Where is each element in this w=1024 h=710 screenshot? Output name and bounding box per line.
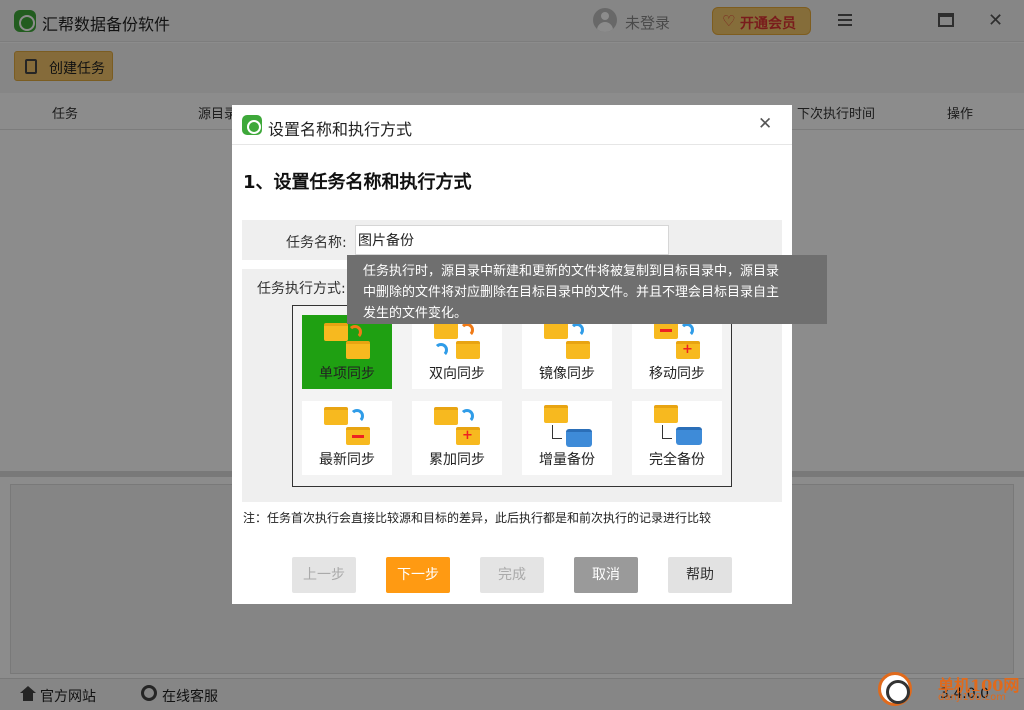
mode-label-text: 最新同步 [319,452,375,468]
mode-label-text: 增量备份 [539,452,595,468]
tree-connector [662,425,672,439]
dialog-header: 设置名称和执行方式 ✕ [232,105,792,145]
mode-label-text: 镜像同步 [539,366,595,382]
app-logo-icon [242,115,262,135]
sync-arrow-icon [460,409,474,423]
watermark-logo-icon [878,672,912,706]
task-setup-dialog: 设置名称和执行方式 ✕ 1、设置任务名称和执行方式 任务名称: 任务执行方式: … [232,105,792,604]
mode-label: 任务执行方式: [257,281,346,297]
sync-arrow-icon [348,325,362,339]
mode-label-text: 单项同步 [319,366,375,382]
folder-icon [346,341,370,359]
folder-icon [456,341,480,359]
minus-icon [352,435,364,438]
mode-full-backup[interactable]: 完全备份 [632,401,722,475]
sync-arrow-icon [434,343,448,357]
mode-tooltip: 任务执行时，源目录中新建和更新的文件将被复制到目标目录中，源目录 中删除的文件将… [347,255,827,324]
tooltip-line: 发生的文件变化。 [363,306,468,321]
mode-incremental-backup[interactable]: 增量备份 [522,401,612,475]
prev-step-button[interactable]: 上一步 [292,557,356,593]
finish-button[interactable]: 完成 [480,557,544,593]
mode-single-sync[interactable]: 单项同步 [302,315,392,389]
mode-two-way-sync[interactable]: 双向同步 [412,315,502,389]
task-name-row: 任务名称: [242,220,782,260]
mode-label-text: 移动同步 [649,366,705,382]
minus-icon [660,329,672,332]
sync-arrow-icon [680,323,694,337]
sync-arrow-icon [460,323,474,337]
mode-label-text: 完全备份 [649,452,705,468]
next-step-button[interactable]: 下一步 [386,557,450,593]
sync-arrow-icon [570,323,584,337]
tooltip-line: 中删除的文件将对应删除在目标目录中的文件。并且不理会目标目录自主 [363,285,780,300]
tree-connector [552,425,562,439]
tooltip-line: 任务执行时，源目录中新建和更新的文件将被复制到目标目录中，源目录 [363,264,780,279]
blue-folder-icon [676,427,702,445]
close-icon[interactable]: ✕ [758,114,772,134]
blue-folder-icon [566,429,592,447]
watermark: 单机100网 danji100.com [878,672,1024,710]
folder-icon [654,405,678,423]
cancel-button[interactable]: 取消 [574,557,638,593]
plus-icon: + [682,342,693,357]
step-title: 1、设置任务名称和执行方式 [243,172,472,193]
mode-grid: 单项同步 双向同步 镜像同步 + 移动同步 最新同步 + 累加同步 增量备份 完… [292,305,732,487]
task-name-input[interactable] [355,225,669,255]
watermark-subtext: danji100.com [938,692,1006,703]
mode-cumulative-sync[interactable]: + 累加同步 [412,401,502,475]
mode-mirror-sync[interactable]: 镜像同步 [522,315,612,389]
folder-icon [434,407,458,425]
plus-icon: + [462,428,473,443]
task-name-label: 任务名称: [286,235,347,251]
mode-move-sync[interactable]: + 移动同步 [632,315,722,389]
mode-latest-sync[interactable]: 最新同步 [302,401,392,475]
sync-arrow-icon [350,409,364,423]
help-button[interactable]: 帮助 [668,557,732,593]
mode-label-text: 双向同步 [429,366,485,382]
folder-icon [324,323,348,341]
dialog-title: 设置名称和执行方式 [268,120,413,139]
first-run-note: 注：任务首次执行会直接比较源和目标的差异，此后执行都是和前次执行的记录进行比较 [243,511,712,525]
folder-icon [566,341,590,359]
mode-label-text: 累加同步 [429,452,485,468]
folder-icon [324,407,348,425]
folder-icon [544,405,568,423]
